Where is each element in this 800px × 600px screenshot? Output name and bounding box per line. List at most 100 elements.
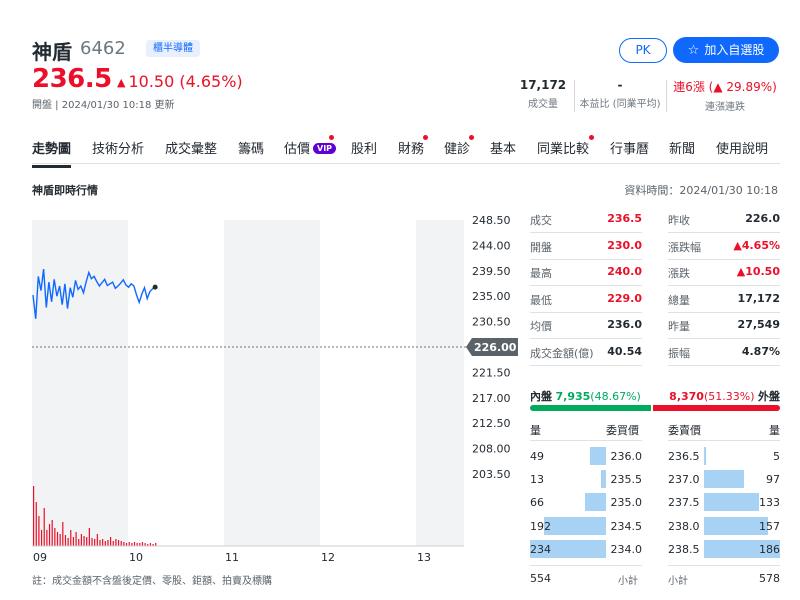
ask-price: 237.0 <box>668 473 700 487</box>
bid-qty: 49 <box>530 450 544 463</box>
tab-dividend[interactable]: 股利 <box>351 138 377 157</box>
volume-bar <box>123 542 125 546</box>
quote-label: 均價 <box>530 320 552 334</box>
volume-bar <box>46 530 48 546</box>
bid-qty: 192 <box>530 519 551 533</box>
divider <box>530 258 642 260</box>
quote-label: 開盤 <box>530 240 552 254</box>
hour-band <box>224 220 320 546</box>
section-title: 神盾即時行情 <box>32 184 98 197</box>
sector-tag[interactable]: 櫃半導體 <box>146 40 200 57</box>
inner-label: 內盤 <box>530 390 552 403</box>
tab-health-label: 健診 <box>444 142 471 157</box>
divider <box>668 338 780 340</box>
x-tick-label: 11 <box>225 551 239 564</box>
y-tick-label: 221.50 <box>472 366 511 379</box>
ask-price: 237.5 <box>668 496 700 510</box>
ask-total: 578 <box>759 572 780 585</box>
tab-trend[interactable]: 走勢圖 <box>32 138 72 168</box>
vip-badge: VIP <box>313 143 337 154</box>
notification-dot <box>329 135 334 140</box>
outer-ratio-fill <box>652 405 780 411</box>
tab-health[interactable]: 健診 <box>444 135 474 157</box>
notification-dot <box>589 135 594 140</box>
ask-price: 236.5 <box>668 450 700 463</box>
volume-bar <box>72 537 75 546</box>
ask-price-header: 委賣價 <box>668 424 701 437</box>
divider <box>668 365 780 366</box>
divider <box>668 311 780 313</box>
volume-bar <box>117 540 120 546</box>
intraday-chart[interactable]: 248.50 244.00 239.50 235.00 230.50 221.50 217.… <box>32 212 522 568</box>
tab-calendar[interactable]: 行事曆 <box>610 138 649 157</box>
outer-disk: 8,370(51.33%) 外盤 <box>669 388 780 404</box>
pk-button[interactable]: PK <box>619 38 667 63</box>
tab-trades[interactable]: 成交彙整 <box>165 138 217 157</box>
volume-bar <box>141 542 144 546</box>
footnote: 註：成交金額不含盤後定價、零股、鉅額、拍賣及標購 <box>32 576 272 587</box>
stat-streak-value: 連6漲 (▲ 29.89%) <box>673 80 777 94</box>
volume-bar <box>64 535 67 546</box>
tab-chips[interactable]: 籌碼 <box>238 138 264 157</box>
stock-code: 6462 <box>80 38 126 59</box>
tab-financial-label: 財務 <box>398 142 425 157</box>
tab-basic[interactable]: 基本 <box>490 138 516 157</box>
x-tick-label: 12 <box>321 551 335 564</box>
ask-depth-bar <box>704 493 759 512</box>
ask-price: 238.0 <box>668 519 700 533</box>
volume-bar <box>128 542 130 546</box>
bid-qty-header: 量 <box>530 424 541 437</box>
volume-bar <box>133 542 136 546</box>
divider <box>530 232 642 233</box>
divider <box>668 285 780 287</box>
quote-label: 成交金額(億) <box>530 347 594 360</box>
quote-value: 40.54 <box>607 345 642 358</box>
tab-peer-compare[interactable]: 同業比較 <box>537 135 594 157</box>
quote-label: 最低 <box>530 293 552 307</box>
price-change-value: 10.50 (4.65%) <box>128 72 243 91</box>
bid-price: 235.5 <box>610 473 643 487</box>
volume-bar <box>110 537 112 546</box>
divider <box>668 565 780 566</box>
stat-pe-value: - <box>617 78 623 92</box>
volume-bar <box>99 540 101 546</box>
bid-price: 235.0 <box>610 496 643 510</box>
quote-value: ▲4.65% <box>733 238 780 252</box>
ask-subtotal-label: 小計 <box>668 576 688 587</box>
x-tick-label: 13 <box>417 551 431 564</box>
divider <box>668 440 780 441</box>
y-tick-label: 239.50 <box>472 265 511 278</box>
inner-value: 7,935 <box>555 390 591 403</box>
volume-bar <box>67 538 69 546</box>
bid-depth-bar <box>543 516 606 535</box>
volume-bar <box>107 540 109 546</box>
add-watchlist-button[interactable]: ☆ 加入自選股 <box>673 37 779 63</box>
bid-subtotal-label: 小計 <box>618 576 638 587</box>
tab-technical[interactable]: 技術分析 <box>92 138 144 157</box>
tab-financial[interactable]: 財務 <box>398 135 428 157</box>
y-tick-label: 208.00 <box>472 443 511 456</box>
volume-bar <box>112 541 114 546</box>
ask-qty: 157 <box>759 519 780 533</box>
update-time: 開盤 | 2024/01/30 10:18 更新 <box>32 100 175 111</box>
quote-label: 昨量 <box>668 320 690 334</box>
volume-bar <box>35 502 37 546</box>
tab-help[interactable]: 使用說明 <box>716 138 768 157</box>
tab-news[interactable]: 新聞 <box>669 138 695 157</box>
add-watchlist-label: 加入自選股 <box>704 43 765 57</box>
x-tick-label: 09 <box>33 551 47 564</box>
stat-volume: 17,172 成交量 <box>516 78 570 110</box>
hour-band <box>32 220 128 546</box>
divider <box>530 338 642 340</box>
volume-bar <box>56 532 59 546</box>
quote-label: 振幅 <box>668 347 690 360</box>
tab-valuation[interactable]: 估價 VIP <box>284 135 337 157</box>
quote-value: 27,549 <box>737 318 780 332</box>
x-tick-label: 10 <box>129 551 143 564</box>
stat-streak: 連6漲 (▲ 29.89%) 連漲連跌 <box>670 78 780 113</box>
ask-qty: 97 <box>766 473 780 487</box>
divider <box>668 232 780 233</box>
inner-ratio-fill <box>530 405 651 411</box>
volume-bar <box>94 539 96 546</box>
volume-bar <box>91 538 93 546</box>
